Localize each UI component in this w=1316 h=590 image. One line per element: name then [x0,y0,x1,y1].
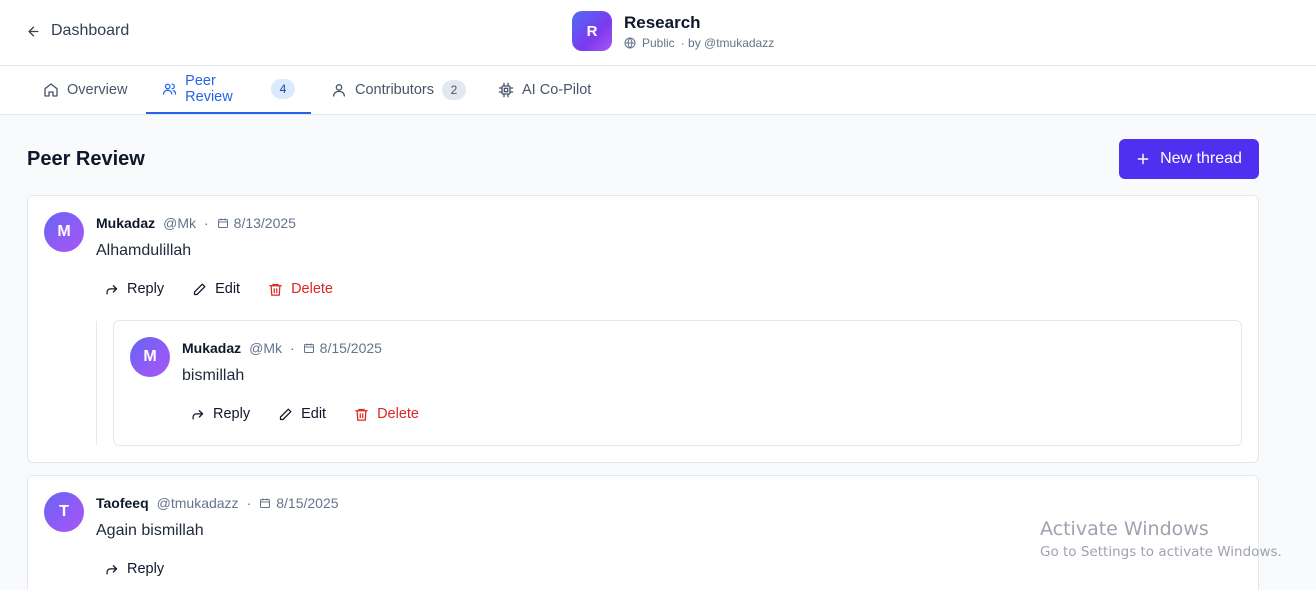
date-text: 8/15/2025 [276,495,339,511]
reply-arrow-icon [106,284,118,294]
reply-label: Reply [127,281,165,297]
comment-body: Again bismillah [96,522,204,539]
trash-icon [355,408,368,421]
project-visibility: Public [642,35,675,50]
tab-contributors[interactable]: Contributors 2 [315,66,482,114]
trash-icon [269,283,282,296]
comment-meta: Taofeeq @tmukadazz · 8/15/2025 [96,495,339,511]
comment-date: 8/13/2025 [217,215,296,231]
project-owner: · by @tmukadazz [680,35,775,50]
meta-separator: · [290,340,295,356]
tab-label: Overview [67,82,128,98]
edit-button[interactable]: Edit [184,275,248,303]
avatar: M [44,212,84,252]
new-thread-label: New thread [1160,150,1242,167]
project-header: R Research Public · by @tmukadazz [572,11,774,51]
comment-meta: Mukadaz @Mk · 8/13/2025 [96,215,296,231]
reply-label: Reply [127,561,165,577]
reply-card: M Mukadaz @Mk · 8/15/2025 bismillah Repl… [113,320,1242,446]
arrow-left-icon [28,26,39,36]
user-icon [333,84,345,97]
edit-button[interactable]: Edit [270,400,334,428]
tab-overview[interactable]: Overview [27,66,143,114]
comment-body: Alhamdulillah [96,242,192,259]
delete-button[interactable]: Delete [346,400,427,428]
home-icon [44,83,58,97]
pencil-icon [193,283,206,295]
comment-meta: Mukadaz @Mk · 8/15/2025 [182,340,382,356]
plus-icon [1137,153,1149,165]
meta-separator: · [204,215,209,231]
comment-actions: Reply Edit Delete [182,400,439,428]
section-title: Peer Review [27,148,145,170]
reply-thread-line [96,321,97,445]
new-thread-button[interactable]: New thread [1119,139,1259,179]
author-name[interactable]: Mukadaz [96,215,155,231]
back-label: Dashboard [51,22,130,39]
comment-date: 8/15/2025 [259,495,339,511]
author-handle: @tmukadazz [156,495,239,511]
tab-ai-copilot[interactable]: AI Co-Pilot [482,66,607,114]
project-title: Research [624,12,701,32]
reply-arrow-icon [192,409,204,419]
avatar: T [44,492,84,532]
peer-review-count-badge: 4 [271,79,295,99]
tab-bar: Overview Peer Review 4 Contributors 2 AI… [0,66,1316,115]
contributors-count-badge: 2 [441,80,466,100]
delete-button[interactable]: Delete [260,275,341,303]
back-to-dashboard-link[interactable]: Dashboard [26,20,129,42]
reply-button[interactable]: Reply [96,555,172,583]
project-meta: Public · by @tmukadazz [624,36,774,50]
tab-label: Contributors [355,82,434,98]
author-handle: @Mk [163,215,196,231]
reply-label: Reply [213,406,251,422]
delete-label: Delete [377,406,419,422]
reply-button[interactable]: Reply [96,275,172,303]
tab-label: Peer Review [185,73,233,105]
edit-label: Edit [301,406,327,422]
comment-actions: Reply [96,555,184,583]
author-name[interactable]: Taofeeq [96,495,149,511]
pencil-icon [279,408,292,420]
tab-peer-review[interactable]: Peer Review 4 [146,66,311,114]
date-text: 8/13/2025 [233,215,296,231]
thread-card: T Taofeeq @tmukadazz · 8/15/2025 Again b… [27,475,1259,590]
top-bar: Dashboard R Research Public · by @tmukad… [0,0,1316,66]
reply-arrow-icon [106,564,118,574]
edit-label: Edit [215,281,241,297]
calendar-icon [217,218,228,228]
comment-date: 8/15/2025 [303,340,382,356]
comment-actions: Reply Edit Delete [96,275,353,303]
comment-body: bismillah [182,367,245,384]
project-avatar: R [572,11,612,51]
avatar: M [130,337,170,377]
author-handle: @Mk [249,340,282,356]
calendar-icon [260,498,271,508]
delete-label: Delete [291,281,333,297]
calendar-icon [303,343,314,353]
tab-label: AI Co-Pilot [522,82,592,98]
globe-icon [624,36,636,49]
chip-icon [498,82,514,98]
thread-card: M Mukadaz @Mk · 8/13/2025 Alhamdulillah … [27,195,1259,463]
meta-separator: · [246,495,252,511]
reply-button[interactable]: Reply [182,400,258,428]
users-icon [162,83,177,95]
author-name[interactable]: Mukadaz [182,340,241,356]
date-text: 8/15/2025 [319,340,382,356]
